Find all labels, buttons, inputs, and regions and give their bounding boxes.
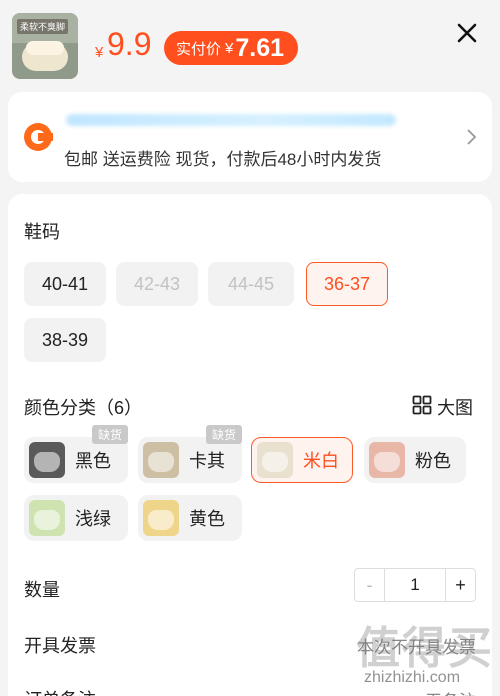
shipping-info-card[interactable]: 包邮 送运费险 现货，付款后48小时内发货	[8, 92, 492, 182]
actual-price-label: 实付价	[176, 40, 222, 58]
color-option-label: 米白	[303, 451, 339, 471]
thumbnail-caption: 柔软不臭脚	[17, 19, 69, 34]
quantity-label: 数量	[24, 580, 60, 600]
color-option-label: 黄色	[189, 509, 225, 529]
out-of-stock-badge: 缺货	[92, 425, 129, 444]
actual-price-badge: 实付价 ¥ 7.61	[164, 31, 299, 65]
redacted-text	[66, 114, 396, 126]
color-swatch	[257, 442, 293, 478]
size-section-title: 鞋码	[24, 222, 60, 242]
color-option-off-white[interactable]: 米白	[251, 437, 353, 483]
color-section-title: 颜色分类（6）	[24, 398, 143, 418]
list-price: 9.9	[107, 26, 152, 62]
color-option-label: 黑色	[75, 451, 111, 471]
chevron-right-icon	[466, 128, 478, 151]
courier-logo-icon	[23, 122, 53, 152]
color-option-label: 粉色	[415, 451, 451, 471]
price-currency: ¥	[95, 44, 104, 61]
grid-icon	[412, 395, 437, 420]
shipping-text: 包邮 送运费险 现货，付款后48小时内发货	[64, 150, 382, 169]
color-swatch	[369, 442, 405, 478]
quantity-stepper: - 1 +	[354, 568, 476, 602]
size-option-36-37[interactable]: 36-37	[306, 262, 388, 306]
out-of-stock-badge: 缺货	[206, 425, 243, 444]
quantity-input[interactable]: 1	[385, 575, 445, 595]
color-option-label: 卡其	[189, 451, 225, 471]
size-option-38-39[interactable]: 38-39	[24, 318, 106, 362]
color-option-label: 浅绿	[75, 509, 111, 529]
color-swatch	[29, 442, 65, 478]
big-view-button[interactable]: 大图	[412, 394, 473, 420]
big-view-label: 大图	[437, 398, 473, 418]
actual-price-value: 7.61	[235, 33, 285, 62]
color-option-yellow[interactable]: 黄色	[138, 495, 242, 541]
product-thumbnail[interactable]: 柔软不臭脚	[12, 13, 78, 79]
color-swatch	[143, 442, 179, 478]
size-option-42-43[interactable]: 42-43	[116, 262, 198, 306]
remark-value[interactable]: 无备注	[328, 687, 476, 696]
watermark-logo: 值得买	[356, 624, 494, 673]
color-option-pink[interactable]: 粉色	[364, 437, 466, 483]
invoice-label: 开具发票	[24, 636, 96, 656]
color-option-light-green[interactable]: 浅绿	[24, 495, 128, 541]
quantity-decrease-button[interactable]: -	[355, 569, 385, 601]
size-option-40-41[interactable]: 40-41	[24, 262, 106, 306]
quantity-increase-button[interactable]: +	[445, 569, 475, 601]
remark-label: 订单备注	[24, 686, 96, 696]
close-button[interactable]	[452, 20, 482, 50]
actual-price-currency: ¥	[225, 39, 234, 57]
color-swatch	[143, 500, 179, 536]
color-swatch	[29, 500, 65, 536]
size-option-44-45[interactable]: 44-45	[208, 262, 294, 306]
close-icon	[457, 23, 477, 48]
sku-header: 柔软不臭脚 ¥ 9.9 实付价 ¥ 7.61	[0, 0, 500, 92]
watermark-url: zhizhizhi.com	[364, 669, 461, 686]
